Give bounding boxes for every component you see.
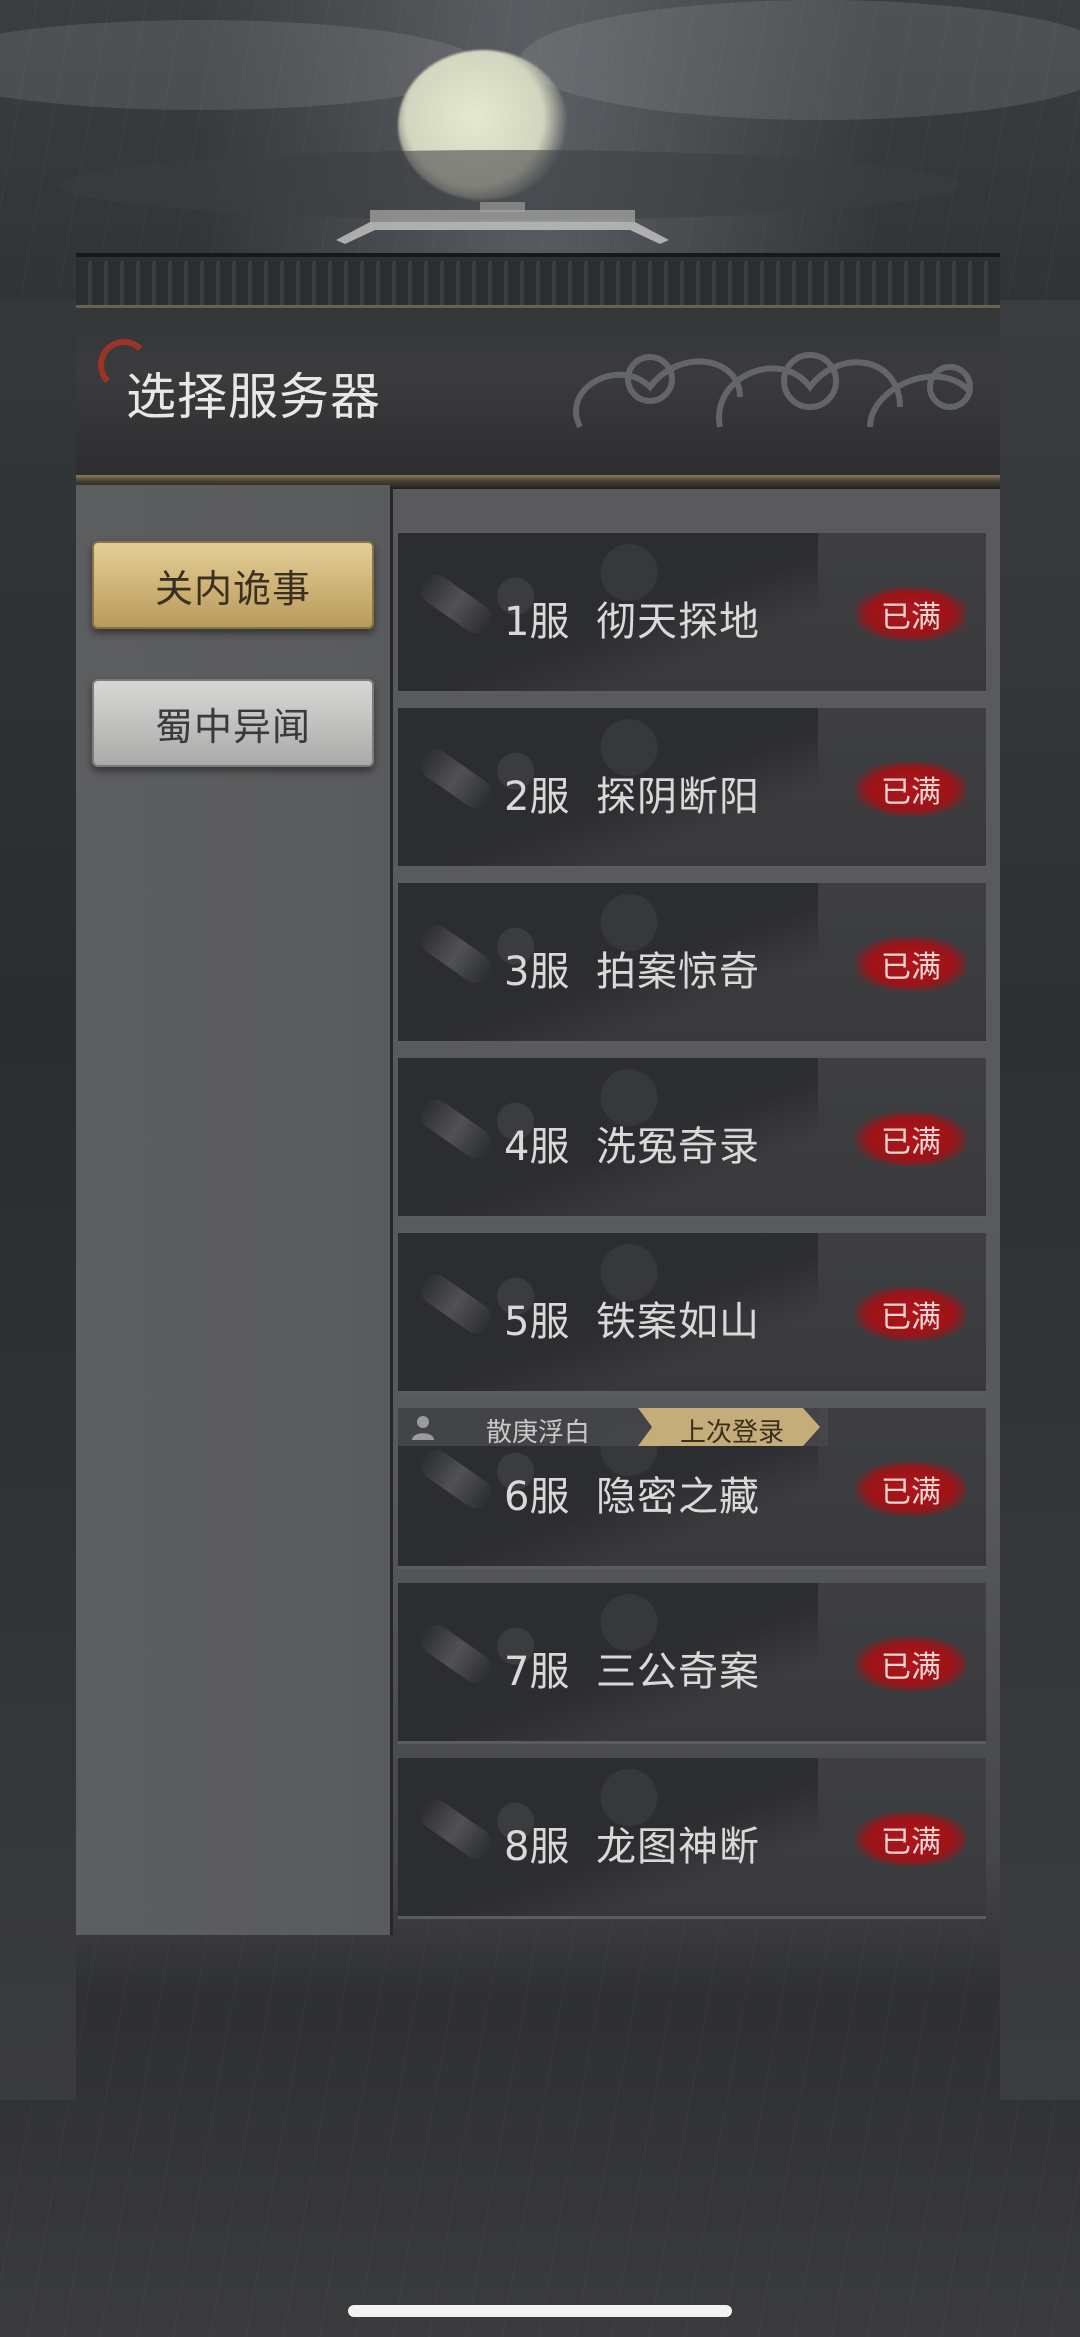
server-row-8[interactable]: 8服 龙图神断 已满 [398,1758,986,1916]
status-badge: 已满 [856,1812,966,1866]
server-number: 4服 [504,1124,570,1170]
home-indicator[interactable] [348,2305,732,2317]
server-number: 7服 [504,1649,570,1695]
server-row-3[interactable]: 3服 拍案惊奇 已满 [398,883,986,1041]
server-row-1[interactable]: 1服 彻天探地 已满 [398,533,986,691]
server-row-4[interactable]: 4服 洗冤奇录 已满 [398,1058,986,1216]
server-number: 6服 [504,1474,570,1520]
last-login-label: 上次登录 [680,1418,785,1448]
sidebar-divider [390,485,393,1935]
server-number: 8服 [504,1824,570,1870]
category-sidebar: 关内诡事 蜀中异闻 [76,485,390,1935]
server-row-6[interactable]: 散庚浮白 上次登录 6服 隐密之藏 已满 [398,1408,986,1566]
page-title: 选择服务器 [126,368,381,426]
server-row-5[interactable]: 5服 铁案如山 已满 [398,1233,986,1391]
user-icon [412,1416,434,1440]
server-number: 3服 [504,949,570,995]
last-login-strip: 散庚浮白 上次登录 [398,1408,986,1448]
server-row-7[interactable]: 7服 三公奇案 已满 [398,1583,986,1741]
server-number: 1服 [504,599,570,645]
category-tab-guannei[interactable]: 关内诡事 [92,541,374,629]
status-badge: 已满 [856,762,966,816]
status-badge: 已满 [856,1112,966,1166]
server-name: 彻天探地 [596,599,760,645]
server-name: 探阴断阳 [596,774,760,820]
server-name: 拍案惊奇 [596,949,760,995]
server-name: 铁案如山 [596,1299,760,1345]
server-name: 洗冤奇录 [596,1124,760,1170]
server-name: 三公奇案 [596,1649,760,1695]
roof-ornament [336,202,669,244]
category-tab-shuzhong[interactable]: 蜀中异闻 [92,679,374,767]
server-number: 2服 [504,774,570,820]
status-badge: 已满 [856,1637,966,1691]
scenery-right [1000,300,1080,2100]
server-name: 隐密之藏 [596,1474,760,1520]
server-number: 5服 [504,1299,570,1345]
cloud-ornament-icon [573,352,973,429]
server-name: 龙图神断 [596,1824,760,1870]
server-row-2[interactable]: 2服 探阴断阳 已满 [398,708,986,866]
panel-header: 选择服务器 [76,253,1000,489]
character-name: 散庚浮白 [486,1418,591,1448]
header-pattern-band [76,261,1000,308]
status-badge: 已满 [856,1287,966,1341]
status-badge: 已满 [856,587,966,641]
status-badge: 已满 [856,1462,966,1516]
status-badge: 已满 [856,937,966,991]
scenery-left [0,300,76,2100]
